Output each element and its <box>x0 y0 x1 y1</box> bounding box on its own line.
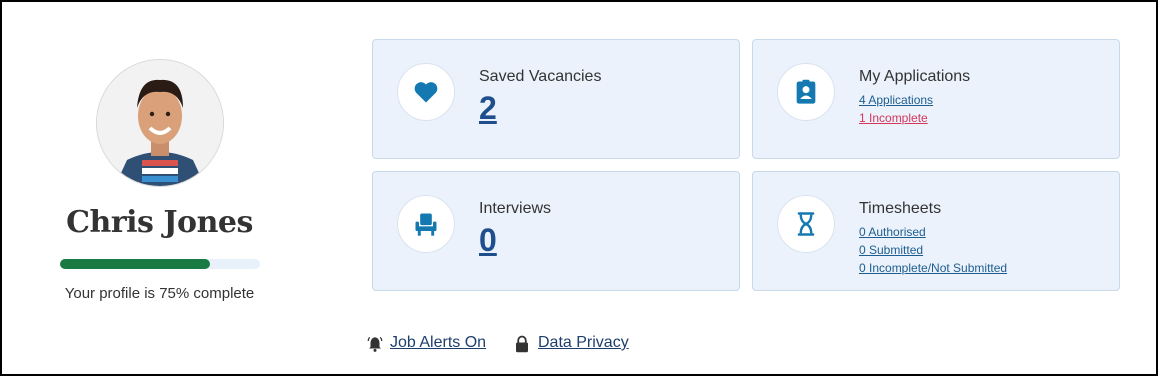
interviews-count-link[interactable]: 0 <box>479 222 497 259</box>
hourglass-icon <box>777 195 835 253</box>
card-title: Interviews <box>479 200 552 217</box>
avatar <box>96 59 224 187</box>
profile-progress-text: Your profile is 75% complete <box>64 285 255 302</box>
applications-links: 4 Applications 1 Incomplete <box>859 91 933 127</box>
dashboard-panel: Chris Jones Your profile is 75% complete… <box>0 0 1158 376</box>
bell-icon <box>366 335 384 358</box>
card-title: My Applications <box>859 68 971 85</box>
profile-name: Chris Jones <box>66 205 253 240</box>
chair-icon <box>397 195 455 253</box>
data-privacy-link[interactable]: Data Privacy <box>538 334 629 352</box>
incomplete-timesheets-link[interactable]: 0 Incomplete/Not Submitted <box>859 259 1007 277</box>
card-interviews: Interviews 0 <box>372 171 740 291</box>
card-title: Timesheets <box>859 200 942 217</box>
incomplete-applications-link[interactable]: 1 Incomplete <box>859 109 933 127</box>
card-my-applications: My Applications 4 Applications 1 Incompl… <box>752 39 1120 159</box>
profile-progress-fill <box>60 259 210 269</box>
timesheets-links: 0 Authorised 0 Submitted 0 Incomplete/No… <box>859 223 1007 277</box>
card-saved-vacancies: Saved Vacancies 2 <box>372 39 740 159</box>
job-alerts-link[interactable]: Job Alerts On <box>390 334 486 352</box>
clipboard-badge-icon <box>777 63 835 121</box>
applications-count-link[interactable]: 4 Applications <box>859 91 933 109</box>
lock-icon <box>514 335 530 358</box>
heart-icon <box>397 63 455 121</box>
card-title: Saved Vacancies <box>479 68 602 85</box>
card-timesheets: Timesheets 0 Authorised 0 Submitted 0 In… <box>752 171 1120 291</box>
submitted-timesheets-link[interactable]: 0 Submitted <box>859 241 1007 259</box>
saved-vacancies-count-link[interactable]: 2 <box>479 90 497 127</box>
profile-progress-bar <box>60 259 260 269</box>
authorised-timesheets-link[interactable]: 0 Authorised <box>859 223 1007 241</box>
